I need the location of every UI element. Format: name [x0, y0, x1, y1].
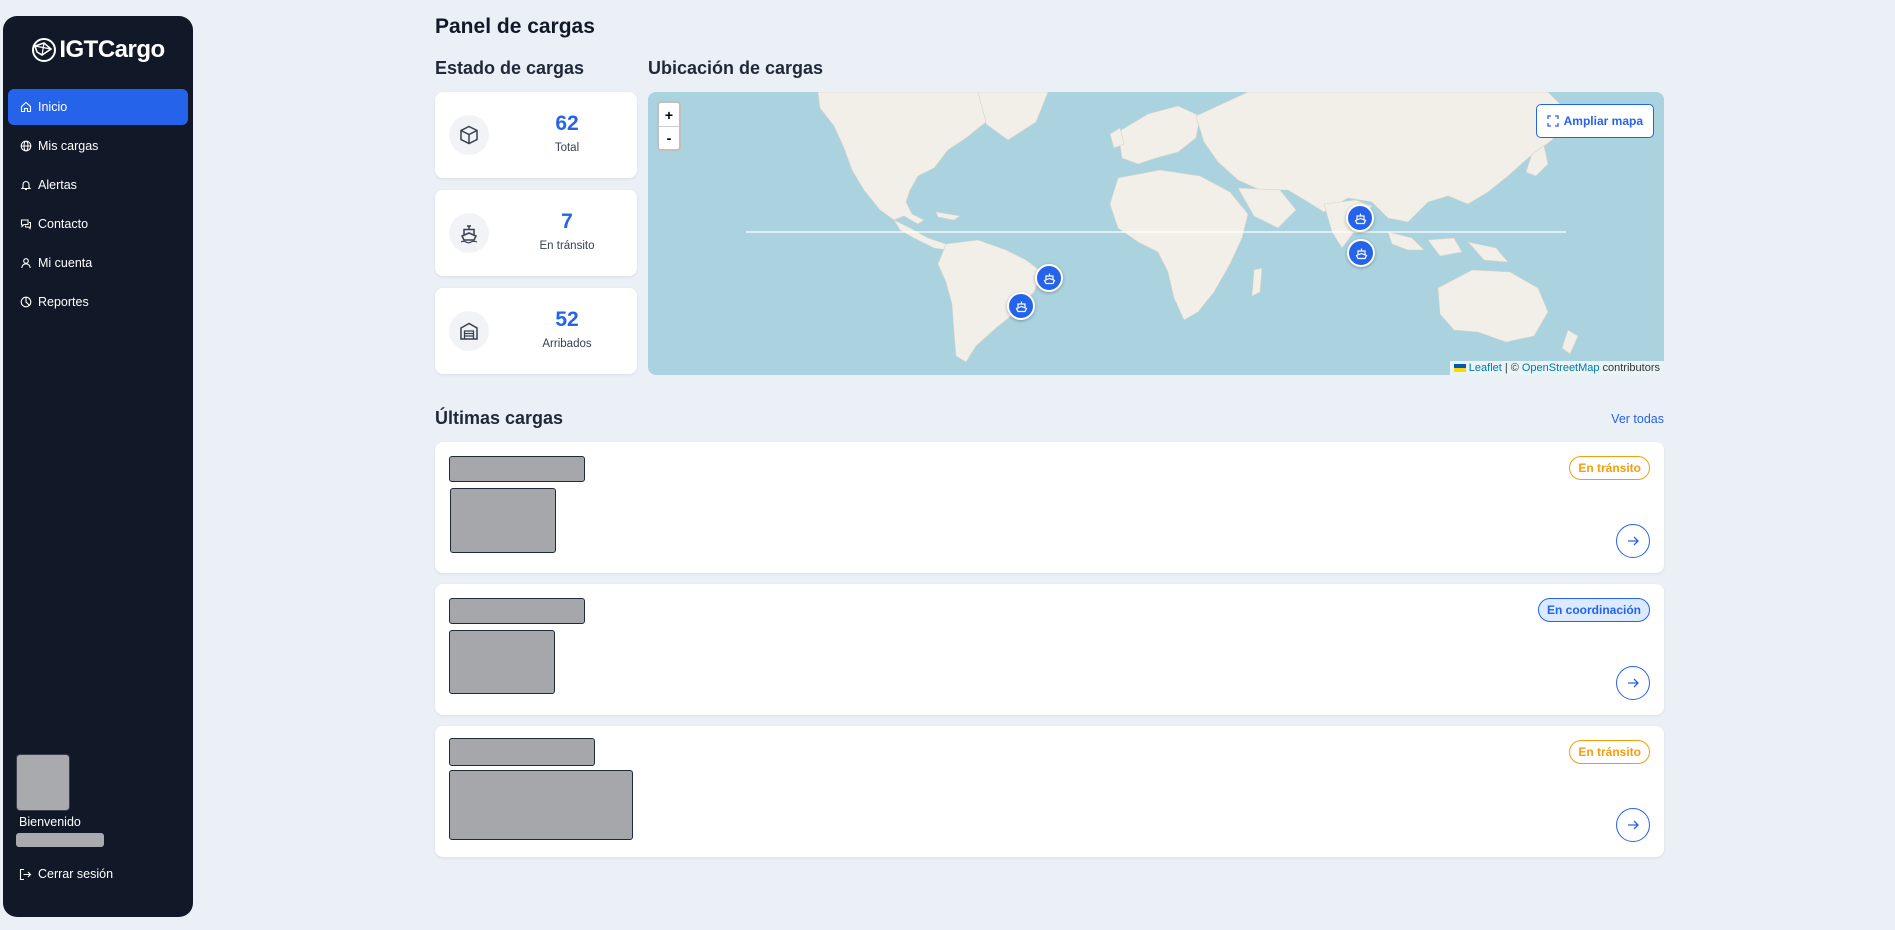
stat-value: 7	[561, 210, 573, 233]
world-map	[746, 92, 1579, 363]
page-title: Panel de cargas	[435, 15, 595, 38]
sidebar-item-inicio[interactable]: Inicio	[8, 89, 188, 125]
attribution-suffix: contributors	[1602, 362, 1660, 374]
stat-value: 52	[555, 308, 579, 331]
map-attribution: Leaflet | © OpenStreetMap contributors	[1449, 361, 1664, 375]
expand-map-label: Ampliar mapa	[1563, 114, 1643, 128]
chat-icon	[20, 219, 31, 230]
map-marker[interactable]	[1347, 239, 1375, 267]
latest-section-title: Últimas cargas	[435, 408, 564, 428]
redacted-load-title	[449, 738, 595, 766]
redacted-load-title	[449, 598, 585, 624]
sidebar-item-label: Alertas	[38, 178, 77, 192]
welcome-text: Bienvenido	[19, 815, 81, 829]
load-card[interactable]: En coordinación	[435, 584, 1664, 715]
stat-label: Total	[554, 142, 580, 154]
stat-value: 62	[555, 112, 579, 135]
status-badge: En coordinación	[1537, 598, 1650, 622]
pie-chart-icon	[20, 296, 32, 308]
sidebar-item-contacto[interactable]: Contacto	[8, 206, 188, 242]
open-load-button[interactable]	[1616, 666, 1650, 700]
map-marker[interactable]	[1035, 264, 1063, 292]
username-redacted	[16, 833, 104, 847]
zoom-out-button[interactable]: -	[659, 126, 679, 149]
redacted-load-title	[449, 456, 585, 482]
box-icon	[449, 115, 489, 155]
status-section-title: Estado de cargas	[435, 58, 585, 78]
open-load-button[interactable]	[1616, 524, 1650, 558]
logout-label: Cerrar sesión	[38, 867, 114, 881]
expand-icon	[1546, 115, 1559, 127]
sidebar-item-label: Mi cuenta	[38, 256, 93, 270]
sidebar-item-label: Contacto	[38, 217, 89, 231]
globe-logo-icon	[32, 38, 57, 62]
load-card[interactable]: En tránsito	[435, 442, 1664, 573]
osm-link[interactable]: OpenStreetMap	[1522, 362, 1600, 374]
redacted-load-details	[449, 770, 633, 840]
ship-icon	[1015, 301, 1027, 312]
leaflet-link[interactable]: Leaflet	[1469, 362, 1502, 374]
status-badge: En tránsito	[1569, 456, 1650, 480]
user-icon	[21, 258, 31, 269]
sidebar-nav: Inicio Mis cargas Alertas Contacto Mi cu…	[8, 89, 188, 323]
sidebar-item-mis-cargas[interactable]: Mis cargas	[8, 128, 188, 164]
zoom-in-button[interactable]: +	[659, 103, 679, 126]
sidebar-item-reportes[interactable]: Reportes	[8, 284, 188, 320]
home-icon	[20, 101, 32, 113]
arrow-right-icon	[1628, 678, 1639, 688]
bell-icon	[20, 181, 32, 191]
stat-card-transit: 7 En tránsito	[435, 190, 637, 276]
logo-text: IGTCargo	[59, 36, 165, 63]
stat-card-total: 62 Total	[435, 92, 637, 178]
load-card[interactable]: En tránsito	[435, 726, 1664, 857]
sidebar-item-mi-cuenta[interactable]: Mi cuenta	[8, 245, 188, 281]
ship-icon	[1043, 273, 1055, 284]
stat-card-arrived: 52 Arribados	[435, 288, 637, 374]
logout-button[interactable]: Cerrar sesión	[19, 867, 113, 881]
sidebar-item-label: Reportes	[38, 295, 89, 309]
arrow-right-icon	[1628, 536, 1639, 546]
expand-map-button[interactable]: Ampliar mapa	[1535, 104, 1654, 138]
ship-icon	[1355, 248, 1367, 259]
ship-icon	[1354, 213, 1366, 224]
attribution-separator: | ©	[1504, 362, 1519, 374]
cargo-map[interactable]: + - Ampliar mapa Leaflet | © OpenStreetM…	[648, 92, 1664, 375]
ukraine-flag-icon	[1453, 364, 1466, 372]
map-marker[interactable]	[1007, 292, 1035, 320]
map-marker[interactable]	[1346, 204, 1374, 232]
arrow-right-icon	[1628, 820, 1639, 830]
globe-icon	[20, 140, 32, 152]
sidebar-item-alertas[interactable]: Alertas	[8, 167, 188, 203]
open-load-button[interactable]	[1616, 808, 1650, 842]
stat-label: En tránsito	[539, 240, 595, 252]
map-section-title: Ubicación de cargas	[648, 58, 824, 78]
see-all-link[interactable]: Ver todas	[1611, 412, 1664, 426]
redacted-load-details	[449, 630, 555, 694]
zoom-control: + -	[657, 101, 681, 151]
redacted-load-details	[450, 488, 556, 553]
logo[interactable]: IGTCargo	[3, 36, 193, 64]
ship-icon	[449, 213, 489, 253]
warehouse-icon	[449, 311, 489, 351]
avatar	[16, 754, 70, 811]
sidebar: IGTCargo Inicio Mis cargas Alertas Conta…	[3, 16, 193, 917]
sidebar-item-label: Inicio	[38, 100, 68, 114]
logout-icon	[19, 868, 32, 880]
sidebar-item-label: Mis cargas	[38, 139, 99, 153]
status-badge: En tránsito	[1569, 740, 1650, 764]
stat-label: Arribados	[542, 338, 592, 350]
